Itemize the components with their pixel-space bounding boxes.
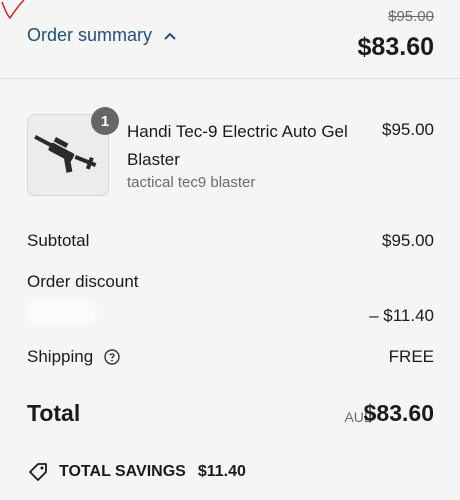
product-thumbnail: 1 <box>27 107 119 196</box>
subtotal-label: Subtotal <box>27 231 90 250</box>
quantity-badge: 1 <box>91 107 119 135</box>
header-total-price: $83.60 <box>357 33 434 61</box>
order-summary-header: Order summary $95.00 $83.60 <box>0 0 460 79</box>
price-tag-icon <box>29 463 47 481</box>
savings-value: $11.40 <box>197 463 246 480</box>
shipping-row: Shipping FREE <box>27 347 434 367</box>
help-circle-icon[interactable] <box>104 349 120 365</box>
subtotal-row: Subtotal $95.00 <box>27 231 434 251</box>
shipping-label: Shipping <box>27 347 94 366</box>
subtotal-value: $95.00 <box>382 231 434 250</box>
savings-label: TOTAL SAVINGS <box>59 463 186 480</box>
product-variant: tactical tec9 blaster <box>127 174 256 191</box>
chevron-up-icon <box>164 32 176 40</box>
total-label: Total <box>27 400 81 426</box>
product-name: Handi Tec-9 Electric Auto Gel Blaster <box>127 122 348 169</box>
order-discount-value: – $11.40 <box>369 306 434 325</box>
discount-code-redacted <box>27 300 97 324</box>
total-value: $83.60 <box>363 400 434 426</box>
order-discount-row: Order discount <box>27 272 434 292</box>
order-summary-toggle[interactable]: Order summary <box>27 25 178 46</box>
order-summary-label: Order summary <box>27 25 153 45</box>
order-discount-label: Order discount <box>27 272 139 291</box>
shipping-value: FREE <box>388 347 434 366</box>
original-price: $95.00 <box>388 8 434 25</box>
product-price: $95.00 <box>382 120 434 139</box>
total-savings: TOTAL SAVINGS $11.40 <box>27 461 246 483</box>
product-line-item: 1 Handi Tec-9 Electric Auto Gel Blaster … <box>27 107 434 204</box>
